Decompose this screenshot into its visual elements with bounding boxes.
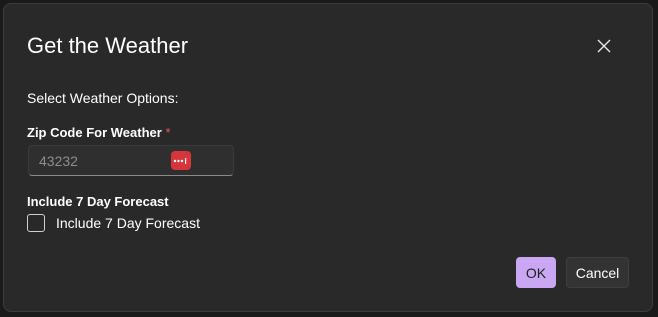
dialog-title: Get the Weather bbox=[27, 33, 189, 58]
cancel-button[interactable]: Cancel bbox=[566, 257, 629, 288]
forecast-checkbox-label[interactable]: Include 7 Day Forecast bbox=[56, 215, 200, 231]
weather-dialog: Get the Weather Select Weather Options: … bbox=[3, 3, 653, 312]
zip-code-input[interactable] bbox=[29, 146, 179, 175]
password-manager-icon[interactable] bbox=[171, 151, 191, 170]
ok-button[interactable]: OK bbox=[516, 257, 556, 288]
forecast-section-label: Include 7 Day Forecast bbox=[27, 194, 169, 209]
forecast-checkbox-row[interactable]: Include 7 Day Forecast bbox=[27, 212, 200, 234]
zip-code-field bbox=[28, 145, 234, 176]
dialog-subtitle: Select Weather Options: bbox=[27, 90, 179, 106]
zip-field-label: Zip Code For Weather * bbox=[27, 124, 171, 142]
zip-field-label-text: Zip Code For Weather bbox=[27, 125, 162, 140]
close-icon bbox=[597, 39, 611, 53]
close-button[interactable] bbox=[590, 32, 618, 60]
forecast-checkbox[interactable] bbox=[27, 214, 45, 232]
required-marker: * bbox=[165, 125, 171, 140]
